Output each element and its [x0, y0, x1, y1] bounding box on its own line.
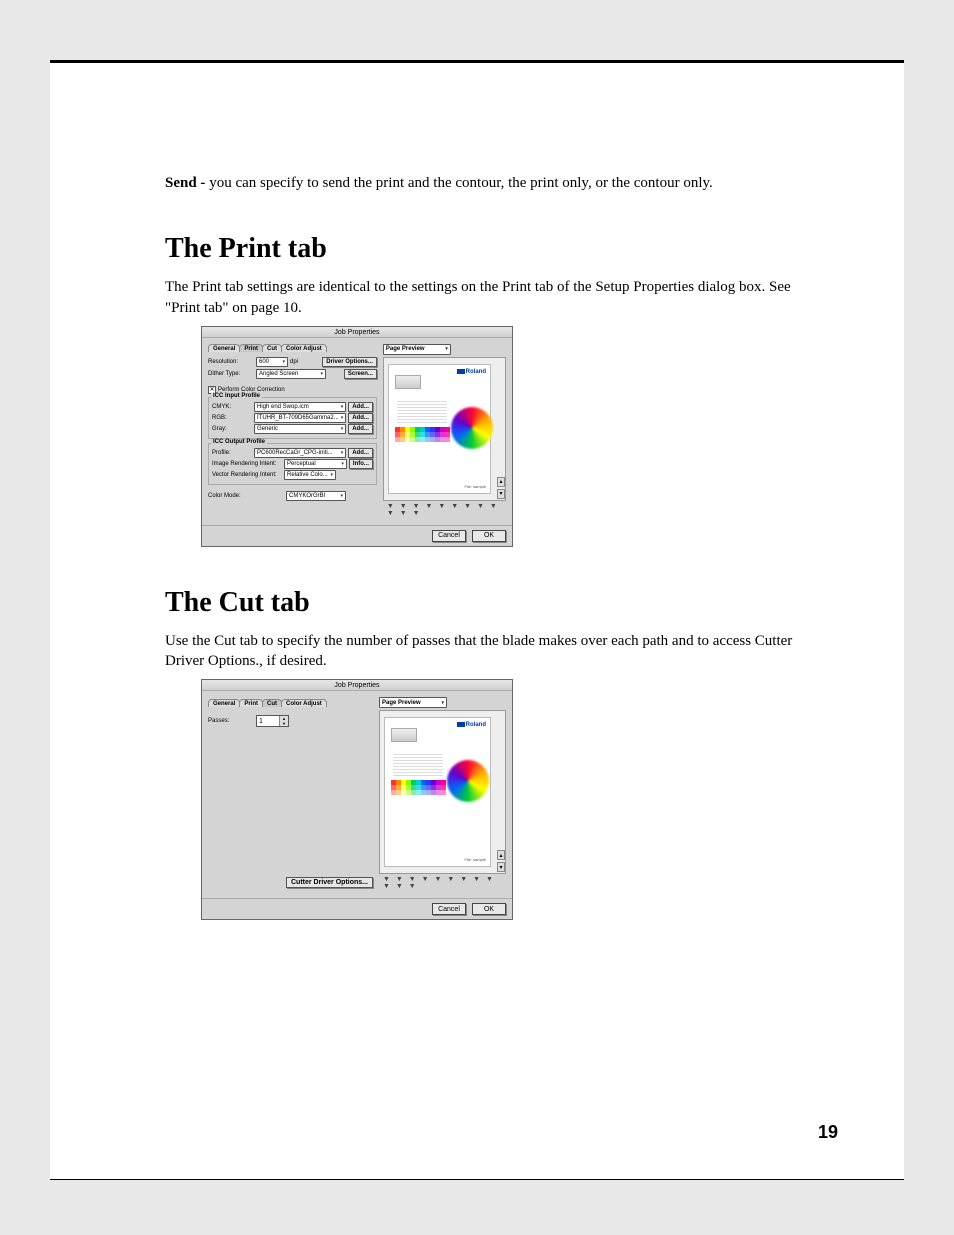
tab-print[interactable]: Print: [239, 699, 263, 707]
cut-heading: The Cut tab: [165, 587, 799, 619]
gray-select[interactable]: Generic▾: [254, 424, 346, 434]
resolution-label: Resolution:: [208, 359, 254, 365]
dither-select[interactable]: Angled Screen▾: [256, 369, 326, 379]
dialog-title: Job Properties: [202, 327, 512, 338]
preview-drawing: [391, 728, 417, 742]
info-button[interactable]: Info...: [349, 459, 373, 469]
icc-output-legend: ICC Output Profile: [211, 439, 267, 445]
passes-label: Passes:: [208, 718, 254, 724]
roland-logo: Roland: [457, 369, 486, 375]
scroll-up-button[interactable]: ▴: [497, 850, 505, 860]
dropdown-icon: ▾: [341, 461, 344, 467]
cut-dialog: Job Properties General Print Cut Color A…: [201, 679, 513, 920]
gray-add-button[interactable]: Add...: [348, 424, 373, 434]
preview-note: File: sample: [464, 484, 486, 489]
tab-print[interactable]: Print: [239, 344, 263, 352]
tab-general[interactable]: General: [208, 699, 240, 707]
rgb-label: RGB:: [212, 415, 252, 421]
icc-output-fieldset: ICC Output Profile Profile: PC600RecCaGr…: [208, 443, 377, 485]
scroll-down-button[interactable]: ▾: [497, 489, 505, 499]
resolution-select[interactable]: 600▾: [256, 357, 288, 367]
preview-text-lines: [393, 754, 443, 778]
send-body: you can specify to send the print and th…: [209, 175, 713, 191]
preview-text-lines: [397, 401, 447, 425]
dropdown-icon: ▾: [320, 371, 323, 377]
dropdown-icon: ▾: [445, 346, 448, 352]
preview-drawing: [395, 375, 421, 389]
dialog-title: Job Properties: [202, 680, 512, 691]
page-preview-select[interactable]: Page Preview▾: [383, 344, 451, 355]
cut-paragraph: Use the Cut tab to specify the number of…: [165, 631, 799, 672]
tab-cut[interactable]: Cut: [262, 699, 282, 707]
preview-note: File: sample: [464, 857, 486, 862]
cmyk-label: CMYK:: [212, 404, 252, 410]
triangle-row: ▼ ▼ ▼ ▼ ▼ ▼ ▼ ▼ ▼ ▼ ▼ ▼: [383, 501, 506, 519]
tab-bar: General Print Cut Color Adjust: [208, 699, 373, 707]
dropdown-icon: ▾: [341, 404, 344, 410]
cmyk-select[interactable]: High end Swop.icm▾: [254, 402, 346, 412]
cmyk-add-button[interactable]: Add...: [348, 402, 373, 412]
gray-label: Gray:: [212, 426, 252, 432]
cancel-button[interactable]: Cancel: [432, 530, 466, 542]
dropdown-icon: ▾: [341, 450, 344, 456]
profile-add-button[interactable]: Add...: [348, 448, 373, 458]
vec-intent-label: Vector Rendering Intent:: [212, 472, 282, 478]
passes-stepper[interactable]: 1 ▲▼: [256, 715, 289, 727]
preview-page: Roland File: sample: [388, 364, 491, 494]
preview-color-blob: [447, 760, 489, 802]
preview-page: Roland File: sample: [384, 717, 491, 867]
dropdown-icon: ▾: [341, 415, 344, 421]
tab-color-adjust[interactable]: Color Adjust: [281, 344, 327, 352]
icc-input-fieldset: ICC Input Profile CMYK: High end Swop.ic…: [208, 397, 377, 439]
stepper-down-icon[interactable]: ▼: [280, 721, 288, 726]
triangle-row: ▼ ▼ ▼ ▼ ▼ ▼ ▼ ▼ ▼ ▼ ▼ ▼: [379, 874, 506, 892]
send-label: Send -: [165, 175, 209, 191]
tab-bar: General Print Cut Color Adjust: [208, 344, 377, 352]
preview-pane: Roland File: sample: [383, 357, 506, 501]
rgb-add-button[interactable]: Add...: [348, 413, 373, 423]
cancel-button[interactable]: Cancel: [432, 903, 466, 915]
vec-intent-select[interactable]: Relative Colo...▾: [284, 470, 336, 480]
dropdown-icon: ▾: [340, 493, 343, 499]
print-heading: The Print tab: [165, 233, 799, 265]
cutter-driver-options-button[interactable]: Cutter Driver Options...: [286, 877, 373, 888]
preview-swatches: [391, 780, 446, 795]
screen-button[interactable]: Screen...: [344, 369, 377, 379]
rgb-select[interactable]: ITUHR_BT-709D65Gamma2...▾: [254, 413, 346, 423]
color-mode-label: Color Mode:: [208, 493, 254, 499]
icc-input-legend: ICC Input Profile: [211, 393, 262, 399]
dropdown-icon: ▾: [441, 700, 444, 706]
ok-button[interactable]: OK: [472, 903, 506, 915]
img-intent-label: Image Rendering Intent:: [212, 461, 282, 467]
driver-options-button[interactable]: Driver Options...: [322, 357, 377, 367]
send-paragraph: Send - you can specify to send the print…: [165, 173, 799, 193]
print-dialog: Job Properties General Print Cut Color A…: [201, 326, 513, 547]
img-intent-select[interactable]: Perceptual▾: [284, 459, 347, 469]
page-preview-select[interactable]: Page Preview▾: [379, 697, 447, 708]
tab-cut[interactable]: Cut: [262, 344, 282, 352]
preview-color-blob: [451, 407, 493, 449]
ok-button[interactable]: OK: [472, 530, 506, 542]
tab-color-adjust[interactable]: Color Adjust: [281, 699, 327, 707]
preview-pane: Roland File: sample: [379, 710, 506, 874]
dropdown-icon: ▾: [282, 359, 285, 365]
page-number: 19: [818, 1122, 838, 1143]
preview-swatches: [395, 427, 450, 442]
dpi-label: dpi: [290, 359, 298, 365]
print-paragraph: The Print tab settings are identical to …: [165, 277, 799, 318]
dropdown-icon: ▾: [330, 472, 333, 478]
profile-select[interactable]: PC600RecCaGr_CPG-initi...▾: [254, 448, 346, 458]
scroll-down-button[interactable]: ▾: [497, 862, 505, 872]
profile-label: Profile:: [212, 450, 252, 456]
scroll-up-button[interactable]: ▴: [497, 477, 505, 487]
tab-general[interactable]: General: [208, 344, 240, 352]
roland-logo: Roland: [457, 722, 486, 728]
dither-label: Dither Type:: [208, 371, 254, 377]
dropdown-icon: ▾: [341, 426, 344, 432]
color-mode-select[interactable]: CMYKOrGrBl▾: [286, 491, 346, 501]
passes-value: 1: [257, 716, 279, 726]
